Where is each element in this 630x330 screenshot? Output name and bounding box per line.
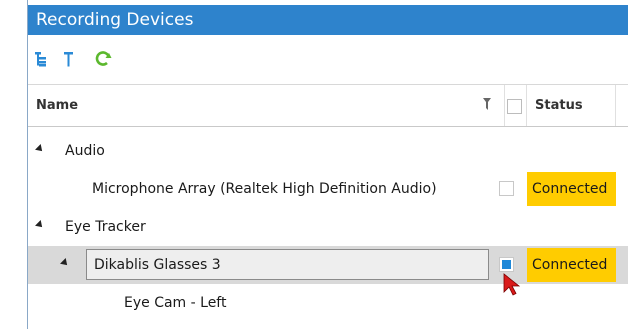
expand-toggle-icon[interactable] <box>35 220 45 230</box>
column-divider <box>504 85 505 126</box>
tree-row-dikablis-glasses-3[interactable]: Dikablis Glasses 3 Connected <box>28 246 628 284</box>
status-badge: Connected <box>527 248 616 282</box>
column-divider <box>615 85 616 126</box>
expand-all-icon <box>35 52 46 67</box>
check-indicator <box>502 260 511 269</box>
filter-icon[interactable] <box>483 98 491 110</box>
column-divider <box>526 85 527 126</box>
recording-devices-panel: Recording Devices Name Status Audio Micr… <box>27 0 628 329</box>
tree-row-microphone-array[interactable]: Microphone Array (Realtek High Definitio… <box>28 170 628 208</box>
row-label: Audio <box>65 143 105 159</box>
column-header-status[interactable]: Status <box>535 85 583 126</box>
column-header-name[interactable]: Name <box>36 85 78 126</box>
refresh-button[interactable] <box>92 48 114 70</box>
tree-row-eye-tracker[interactable]: Eye Tracker <box>28 208 628 246</box>
tree-row-audio[interactable]: Audio <box>28 132 628 170</box>
tree-row-eye-cam-left[interactable]: Eye Cam - Left <box>28 284 628 322</box>
row-label: Dikablis Glasses 3 <box>94 257 221 273</box>
collapse-all-icon <box>64 52 73 67</box>
device-checkbox[interactable] <box>499 181 514 196</box>
row-label: Eye Tracker <box>65 219 146 235</box>
collapse-all-button[interactable] <box>58 48 80 70</box>
expand-toggle-icon[interactable] <box>35 144 45 154</box>
device-checkbox-checked[interactable] <box>499 257 514 272</box>
row-label: Eye Cam - Left <box>124 295 227 311</box>
refresh-icon <box>95 51 112 66</box>
panel-title: Recording Devices <box>28 5 628 35</box>
status-badge: Connected <box>527 172 616 206</box>
expand-all-button[interactable] <box>30 48 52 70</box>
grid-header: Name Status <box>28 85 628 127</box>
toolbar <box>28 44 628 74</box>
select-all-checkbox[interactable] <box>507 99 522 114</box>
device-tree-grid: Name Status Audio Microphone Array (Real… <box>28 84 628 330</box>
row-label: Microphone Array (Realtek High Definitio… <box>92 181 437 197</box>
mouse-cursor-icon <box>503 273 521 296</box>
